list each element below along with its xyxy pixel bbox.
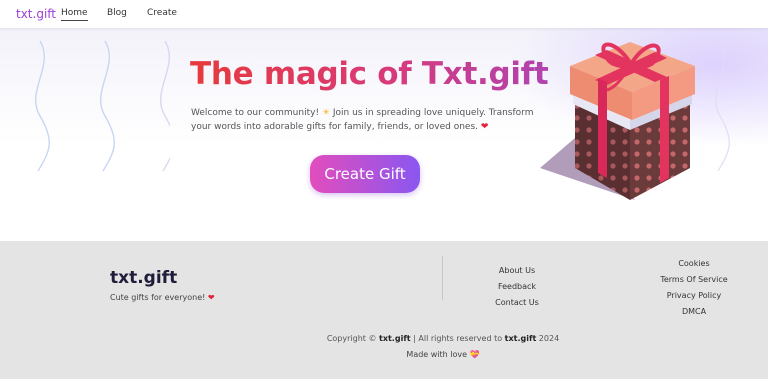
top-navbar: txt.gift Home Blog Create [0, 0, 768, 28]
nav-link-create[interactable]: Create [147, 8, 177, 18]
footer-link-cookies[interactable]: Cookies [655, 259, 733, 275]
footer-link-contact[interactable]: Contact Us [487, 298, 547, 314]
copyright-prefix: Copyright © [326, 334, 379, 343]
made-with-love: Made with love 💝 [0, 350, 768, 359]
footer-divider [442, 256, 443, 300]
footer-link-about[interactable]: About Us [487, 266, 547, 282]
sparkle-icon: ☀ [321, 108, 330, 118]
footer-links-legal: Cookies Terms Of Service Privacy Policy … [655, 259, 733, 323]
footer-link-privacy[interactable]: Privacy Policy [655, 291, 733, 307]
copyright-brand-2: txt.gift [504, 334, 537, 343]
copyright-text: Copyright © txt.gift | All rights reserv… [0, 334, 768, 343]
nav-link-blog[interactable]: Blog [107, 8, 127, 18]
copyright-year: 2024 [536, 334, 560, 343]
gift-heart-icon: 💝 [469, 350, 480, 359]
hero-desc-text-1: Welcome to our community! [191, 108, 322, 118]
made-with-text: Made with love [406, 350, 470, 359]
copyright-brand: txt.gift [379, 334, 411, 343]
footer-link-dmca[interactable]: DMCA [655, 307, 733, 323]
footer-tagline: Cute gifts for everyone! ❤ [110, 293, 215, 302]
footer-link-feedback[interactable]: Feedback [487, 282, 547, 298]
gift-box-icon [540, 42, 695, 200]
footer-logo[interactable]: txt.gift [110, 268, 177, 288]
nav-logo[interactable]: txt.gift [16, 7, 56, 21]
heart-icon: ❤ [207, 293, 215, 302]
footer-tagline-text: Cute gifts for everyone! [110, 293, 208, 302]
hero-title: The magic of Txt.gift [190, 56, 549, 92]
decorative-waves-left [34, 40, 170, 172]
footer-link-terms[interactable]: Terms Of Service [655, 275, 733, 291]
heart-icon: ❤ [480, 122, 489, 132]
nav-link-home[interactable]: Home [61, 8, 88, 21]
footer-links-primary: About Us Feedback Contact Us [487, 266, 547, 314]
footer: txt.gift Cute gifts for everyone! ❤ Abou… [0, 241, 768, 379]
hero-section: The magic of Txt.gift Welcome to our com… [0, 28, 768, 241]
create-gift-button[interactable]: Create Gift [310, 155, 420, 193]
hero-description: Welcome to our community! ☀ Join us in s… [191, 106, 541, 134]
copyright-mid: | All rights reserved to [410, 334, 505, 343]
